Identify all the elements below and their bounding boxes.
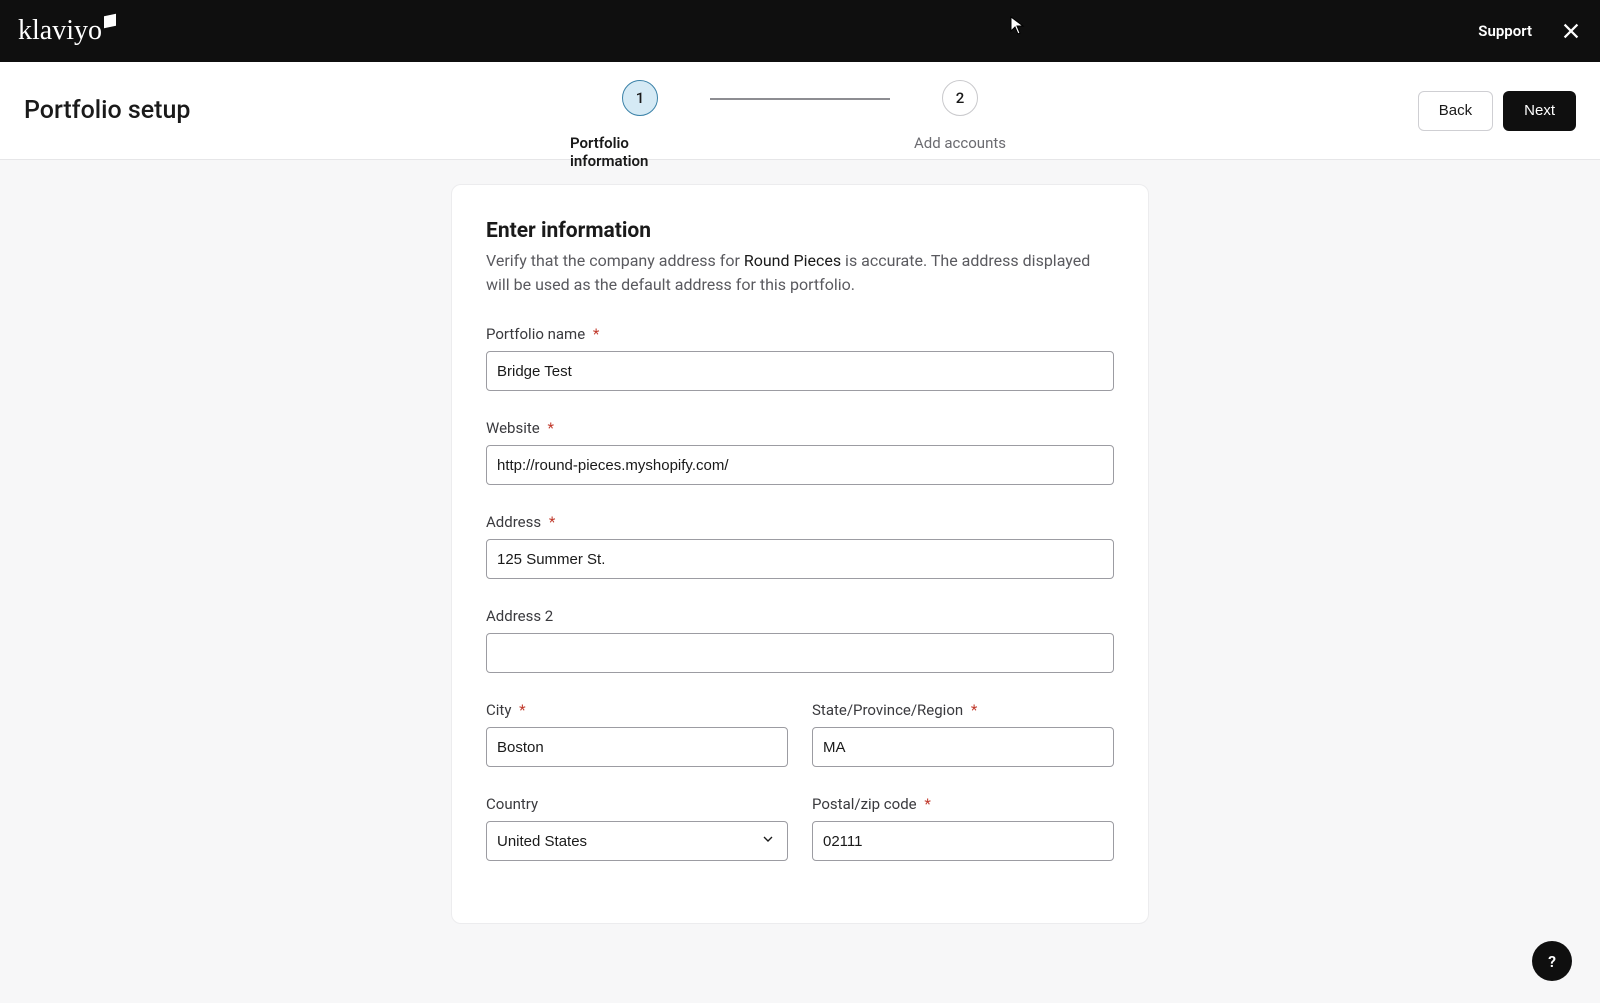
field-website: Website * — [486, 419, 1114, 485]
website-input[interactable] — [486, 445, 1114, 485]
field-address: Address * — [486, 513, 1114, 579]
step-line — [710, 98, 890, 100]
topbar-right: Support — [1478, 20, 1582, 42]
step-2-label: Add accounts — [914, 134, 1006, 152]
city-label: City * — [486, 701, 788, 719]
topbar: klaviyo Support — [0, 0, 1600, 62]
subtitle-prefix: Verify that the company address for — [486, 251, 744, 270]
required-marker: * — [971, 701, 977, 719]
stepper: 1 Portfolio information 2 Add accounts — [570, 80, 1030, 170]
field-country: Country United States — [486, 795, 788, 861]
close-icon — [1560, 20, 1582, 42]
address-input[interactable] — [486, 539, 1114, 579]
logo-text: klaviyo — [18, 15, 102, 47]
field-city: City * — [486, 701, 788, 767]
form-card: Enter information Verify that the compan… — [451, 184, 1149, 924]
close-button[interactable] — [1560, 20, 1582, 42]
required-marker: * — [924, 795, 930, 813]
field-postal: Postal/zip code * — [812, 795, 1114, 861]
state-label: State/Province/Region * — [812, 701, 1114, 719]
field-address2: Address 2 — [486, 607, 1114, 673]
address2-label: Address 2 — [486, 607, 1114, 625]
header-actions: Back Next — [1418, 91, 1576, 131]
header-row: Portfolio setup 1 Portfolio information … — [0, 62, 1600, 160]
page-title: Portfolio setup — [24, 96, 190, 125]
field-portfolio-name: Portfolio name * — [486, 325, 1114, 391]
website-label: Website * — [486, 419, 1114, 437]
city-input[interactable] — [486, 727, 788, 767]
required-marker: * — [519, 701, 525, 719]
field-state: State/Province/Region * — [812, 701, 1114, 767]
required-marker: * — [547, 419, 553, 437]
step-2: 2 Add accounts — [890, 80, 1030, 152]
postal-input[interactable] — [812, 821, 1114, 861]
next-button[interactable]: Next — [1503, 91, 1576, 131]
main: Enter information Verify that the compan… — [0, 160, 1600, 924]
help-button[interactable]: ? — [1532, 941, 1572, 981]
country-select[interactable]: United States — [486, 821, 788, 861]
step-1-circle: 1 — [622, 80, 658, 116]
portfolio-name-input[interactable] — [486, 351, 1114, 391]
logo-mark-icon — [104, 14, 116, 29]
step-1: 1 Portfolio information — [570, 80, 710, 170]
address-label: Address * — [486, 513, 1114, 531]
required-marker: * — [593, 325, 599, 343]
country-label: Country — [486, 795, 788, 813]
step-2-circle: 2 — [942, 80, 978, 116]
support-link[interactable]: Support — [1478, 22, 1532, 40]
step-1-label: Portfolio information — [570, 134, 710, 170]
required-marker: * — [549, 513, 555, 531]
state-input[interactable] — [812, 727, 1114, 767]
company-name: Round Pieces — [744, 251, 841, 270]
portfolio-name-label: Portfolio name * — [486, 325, 1114, 343]
logo: klaviyo — [18, 15, 116, 47]
postal-label: Postal/zip code * — [812, 795, 1114, 813]
back-button[interactable]: Back — [1418, 91, 1493, 131]
card-subtitle: Verify that the company address for Roun… — [486, 249, 1114, 297]
address2-input[interactable] — [486, 633, 1114, 673]
card-title: Enter information — [486, 219, 1114, 243]
